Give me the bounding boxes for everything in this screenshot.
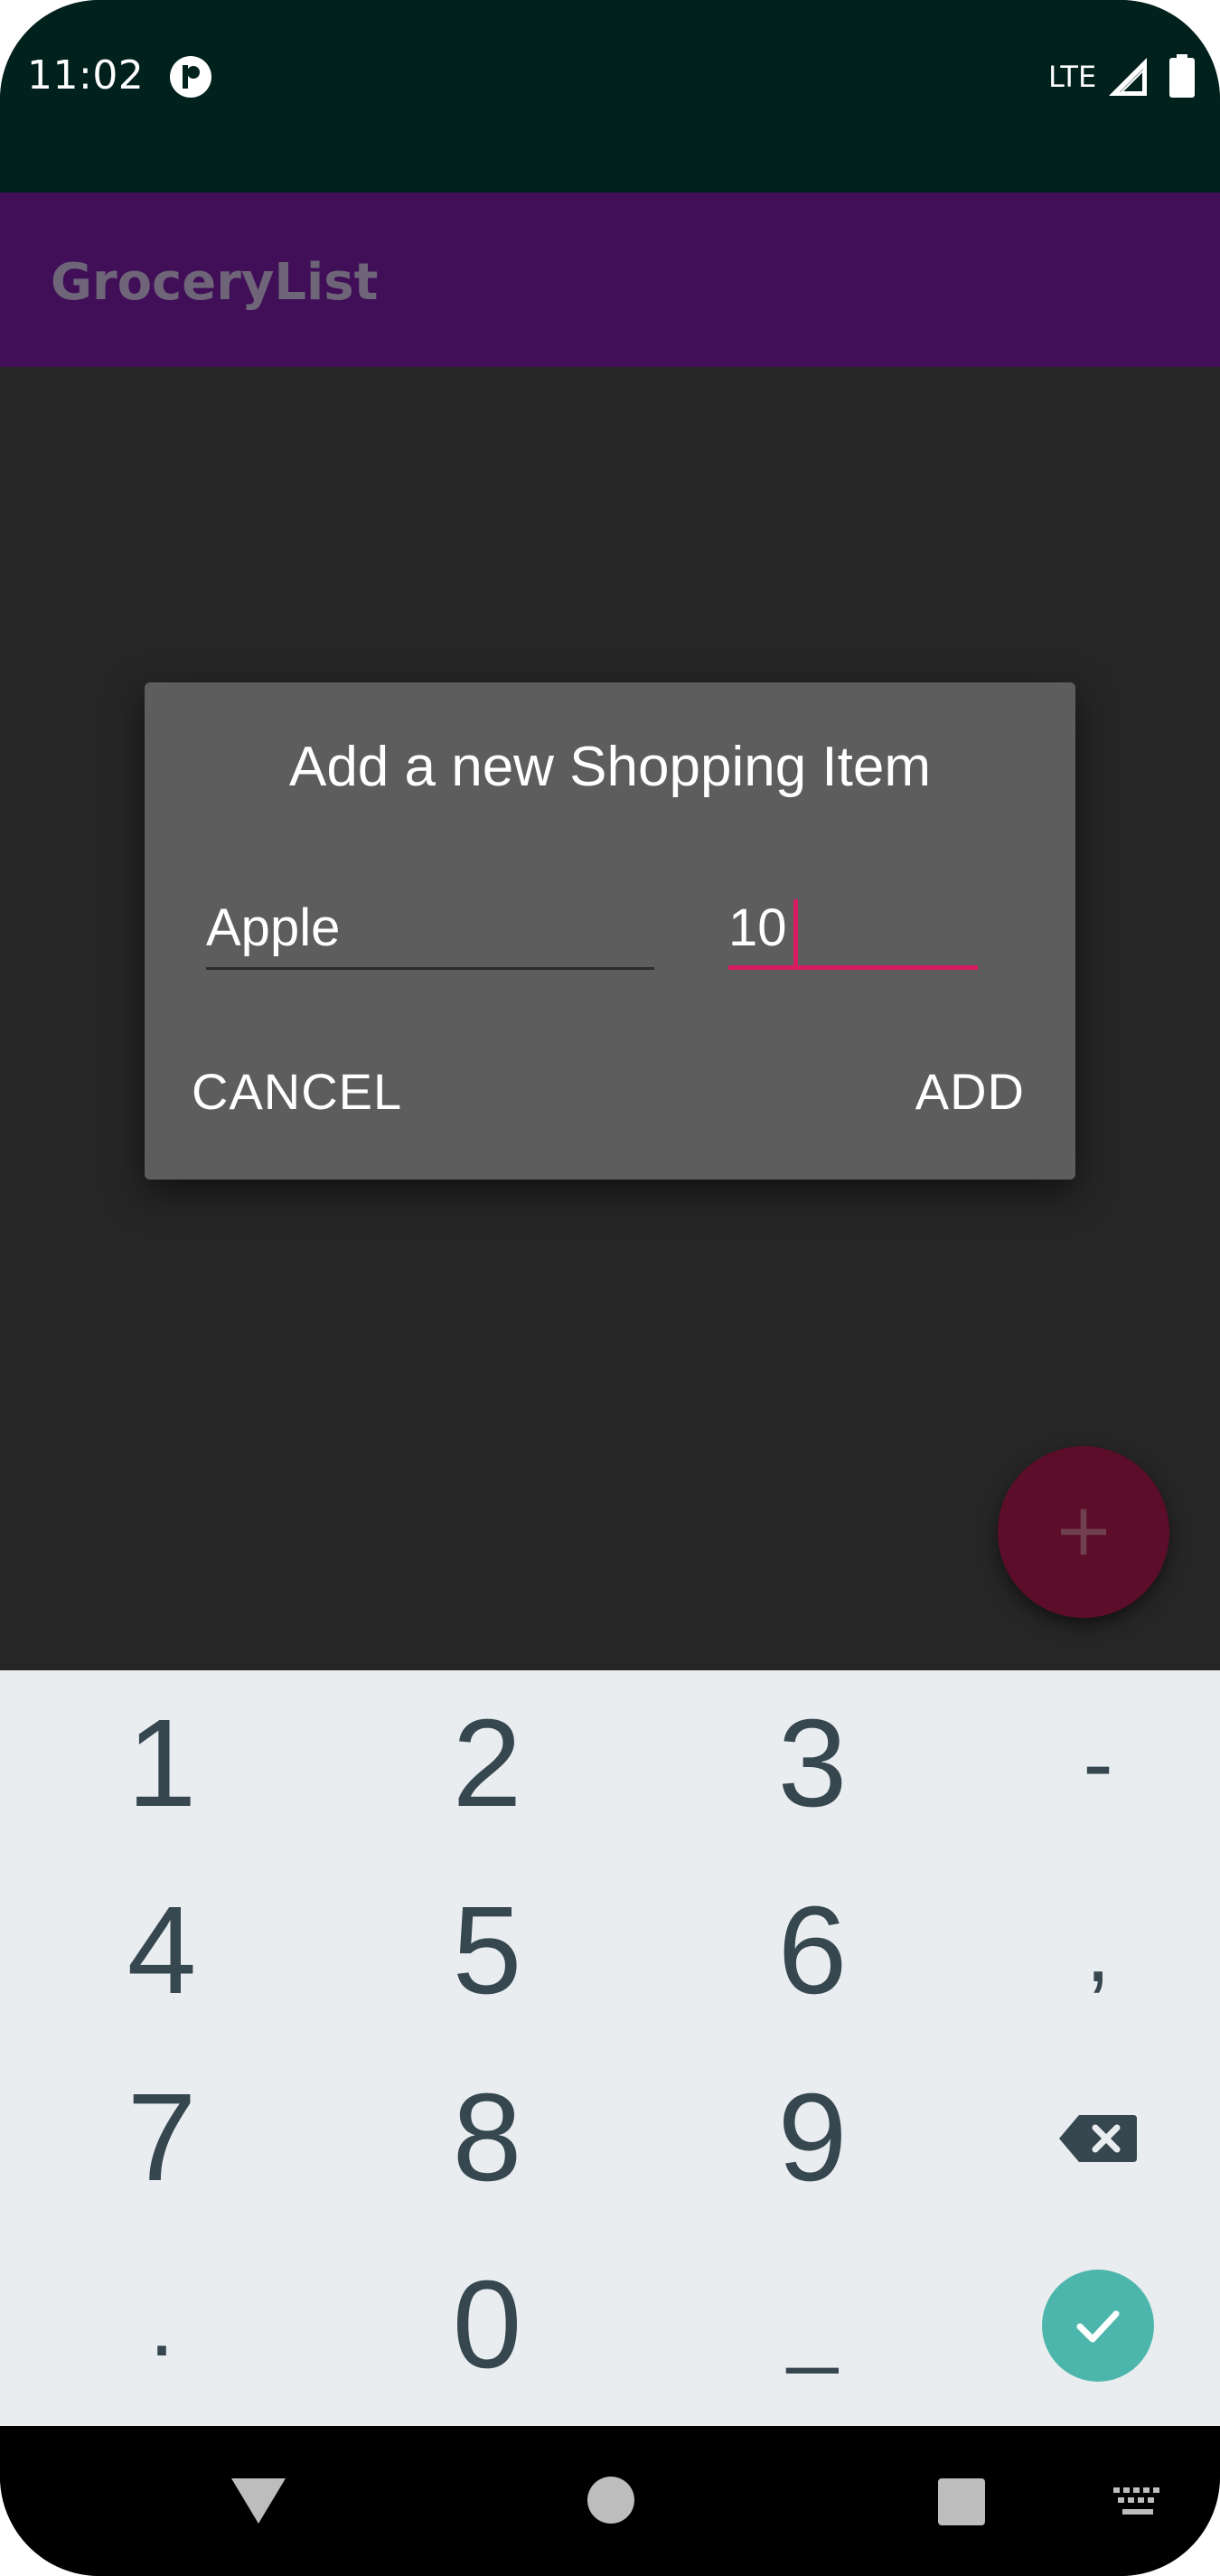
item-name-value: Apple	[206, 898, 341, 957]
battery-icon	[1169, 54, 1195, 98]
cancel-button[interactable]: CANCEL	[192, 1062, 402, 1121]
key-6[interactable]: 6	[660, 1857, 965, 2045]
item-quantity-field[interactable]: 10	[728, 888, 978, 970]
dialog-title: Add a new Shopping Item	[288, 736, 932, 798]
key-2[interactable]: 2	[334, 1670, 640, 1857]
status-bar: 11:02 LTE	[0, 0, 1220, 193]
add-item-fab[interactable]: +	[998, 1446, 1169, 1618]
text-cursor	[793, 899, 798, 968]
key-backspace[interactable]	[945, 2045, 1220, 2232]
key-5[interactable]: 5	[334, 1857, 640, 2045]
recents-square-icon[interactable]	[938, 2478, 985, 2525]
key-0[interactable]: 0	[334, 2232, 640, 2419]
item-name-field[interactable]: Apple	[206, 888, 654, 970]
key-enter[interactable]	[945, 2232, 1220, 2419]
numeric-keyboard: 1 2 3 - 4 5 6 , 7 8 9 . 0 _	[0, 1670, 1220, 2426]
key-minus[interactable]: -	[945, 1670, 1220, 1857]
home-circle-icon[interactable]	[587, 2477, 634, 2524]
add-item-dialog: Add a new Shopping Item Apple 10 CANCEL …	[145, 682, 1075, 1180]
check-icon	[1076, 2310, 1120, 2342]
add-button[interactable]: ADD	[915, 1062, 1025, 1121]
backspace-icon	[1059, 2114, 1137, 2162]
enter-key-circle	[1042, 2269, 1154, 2382]
key-1[interactable]: 1	[9, 1670, 314, 1857]
key-3[interactable]: 3	[660, 1670, 965, 1857]
app-title: GroceryList	[51, 253, 379, 312]
keyboard-icon[interactable]	[1113, 2487, 1162, 2518]
pip-icon	[170, 56, 211, 98]
key-8[interactable]: 8	[334, 2045, 640, 2232]
item-quantity-value: 10	[728, 898, 787, 957]
key-7[interactable]: 7	[9, 2045, 314, 2232]
key-space[interactable]: _	[660, 2232, 965, 2419]
back-triangle-icon[interactable]	[230, 2475, 287, 2525]
phone-screen: 11:02 LTE GroceryList + Add a new Shoppi…	[0, 0, 1220, 2576]
status-time: 11:02	[27, 52, 145, 99]
key-9[interactable]: 9	[660, 2045, 965, 2232]
key-period[interactable]: .	[9, 2232, 314, 2419]
status-network: LTE	[1048, 60, 1097, 94]
signal-icon	[1109, 58, 1147, 96]
plus-icon: +	[1053, 1488, 1114, 1572]
key-comma[interactable]: ,	[945, 1857, 1220, 2045]
key-4[interactable]: 4	[9, 1857, 314, 2045]
